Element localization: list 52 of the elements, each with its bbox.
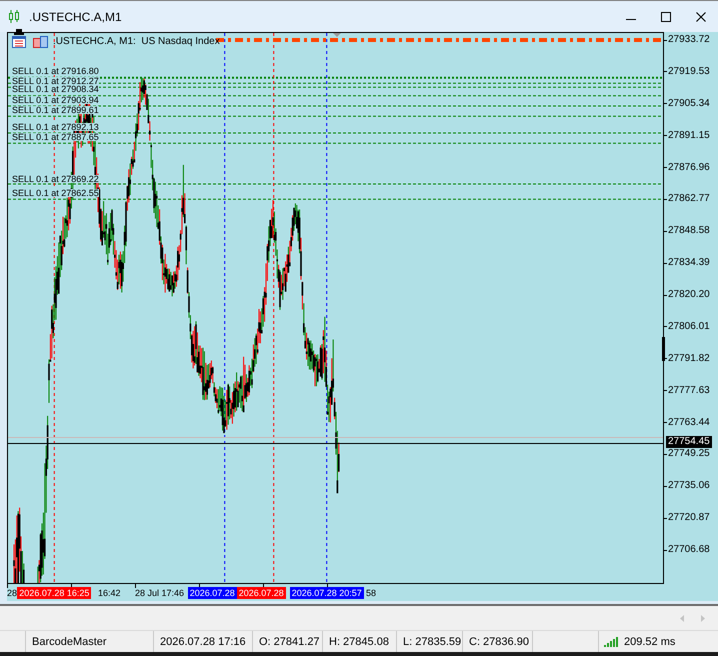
order-label: SELL 0.1 at 27869.22	[12, 174, 99, 183]
price-label: 27905.34	[668, 98, 710, 110]
time-label: 28 Jul 17:46	[135, 588, 184, 598]
high-price: H: 27845.08	[329, 636, 389, 648]
signal-icon	[604, 636, 618, 646]
order-label: SELL 0.1 at 27899.61	[12, 106, 99, 114]
price-label: 27763.44	[668, 416, 710, 428]
maximize-icon	[660, 12, 670, 22]
order-label: SELL 0.1 at 27862.55	[12, 189, 99, 198]
candlestick-icon	[8, 10, 20, 23]
window-title: .USTECHC.A,M1	[29, 10, 122, 24]
low-price: L: 27835.59	[403, 636, 462, 648]
price-label: 27720.87	[668, 512, 710, 524]
price-label: 27706.68	[668, 544, 710, 556]
left-arrow-icon	[680, 614, 684, 622]
time-label: 28	[7, 588, 18, 598]
close-price: C: 27836.90	[469, 636, 529, 648]
price-label: 27848.58	[668, 225, 710, 238]
right-arrow-icon	[701, 614, 705, 622]
price-label: 27820.20	[668, 289, 710, 301]
time-label: 16:42	[98, 588, 121, 598]
order-label: SELL 0.1 at 27908.34	[12, 85, 99, 94]
chart-header: .USTECHC.A, M1: US Nasdaq Index	[53, 36, 220, 48]
order-label: SELL 0.1 at 27887.65	[12, 133, 99, 142]
time-marker-label: 2026.07.28 16:25	[17, 587, 92, 599]
price-label: 27876.96	[668, 162, 710, 174]
price-label: 27933.72	[668, 34, 710, 46]
price-label: 27919.53	[668, 66, 710, 78]
open-price: O: 27841.27	[259, 636, 320, 648]
price-label: 27806.01	[668, 320, 710, 333]
order-label: SELL 0.1 at 27903.94	[12, 96, 99, 104]
price-label: 27791.82	[668, 352, 710, 365]
time-marker-label: 2026.07.28 20:57	[290, 587, 364, 599]
ping-time: 209.52 ms	[624, 636, 676, 648]
minimize-icon	[626, 19, 636, 20]
time-marker-label: 2026.07.28	[236, 587, 286, 599]
current-price-label: 27754.45	[666, 436, 712, 448]
price-label: 27777.63	[668, 384, 710, 397]
order-label: SELL 0.1 at 27892.13	[12, 123, 99, 132]
documents-icon	[33, 36, 48, 48]
bar-time: 2026.07.28 17:16	[160, 636, 246, 648]
order-label: SELL 0.1 at 27916.80	[12, 67, 99, 75]
time-marker-label: 2026.07.28	[188, 587, 237, 599]
price-label: 27749.25	[668, 448, 710, 460]
price-label: 27862.77	[668, 193, 710, 206]
price-label: 27891.15	[668, 130, 710, 142]
price-label: 27834.39	[668, 257, 710, 270]
time-label: 58	[366, 588, 376, 598]
price-label: 27735.06	[668, 480, 710, 492]
order-label: SELL 0.1 at 27912.27	[12, 76, 99, 84]
status-text: BarcodeMaster	[32, 636, 107, 648]
close-icon	[696, 12, 706, 22]
